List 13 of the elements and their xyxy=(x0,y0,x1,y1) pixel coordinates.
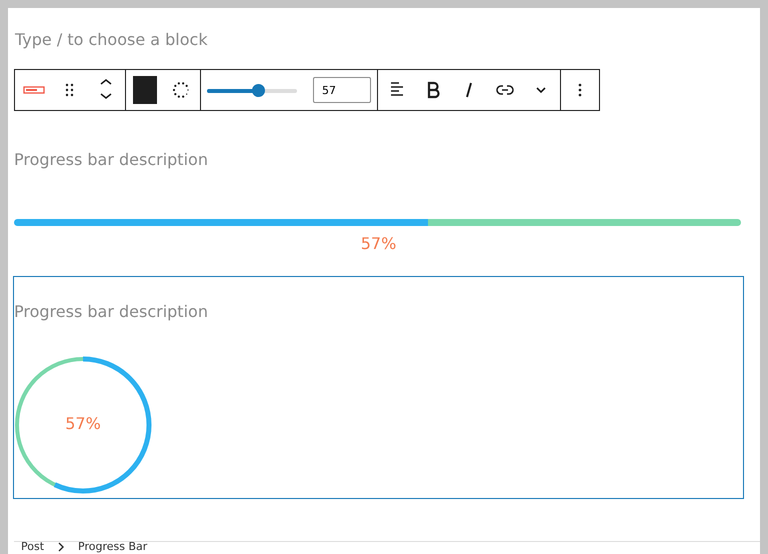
chevron-right-icon xyxy=(56,540,66,552)
progress-description: Progress bar description xyxy=(14,302,209,321)
value-input[interactable]: 57 xyxy=(313,77,371,103)
spinner-icon xyxy=(171,80,191,100)
progress-description: Progress bar description xyxy=(14,150,209,169)
color-button[interactable] xyxy=(132,75,158,105)
more-vertical-icon xyxy=(578,83,582,97)
breadcrumb-link[interactable]: Progress Bar xyxy=(78,540,148,553)
progress-label: 57% xyxy=(360,234,398,253)
progress-slider[interactable] xyxy=(207,84,297,96)
breadcrumb-link[interactable]: Post xyxy=(21,540,44,553)
progress-label: 57% xyxy=(64,414,102,433)
color-swatch-icon xyxy=(133,76,157,104)
